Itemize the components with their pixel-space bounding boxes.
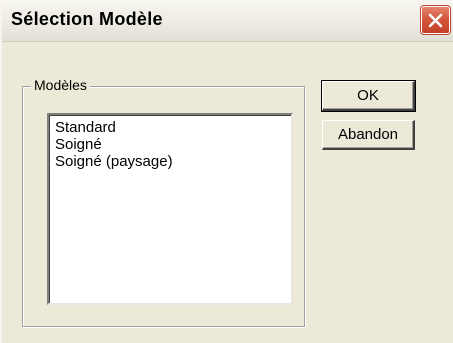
title-bar[interactable]: Sélection Modèle (2, 0, 453, 42)
models-listbox[interactable]: Standard Soigné Soigné (paysage) (47, 113, 293, 305)
dialog-window: Sélection Modèle Modèles Standard Soigné… (0, 0, 453, 343)
ok-button[interactable]: OK (321, 80, 416, 112)
cancel-button[interactable]: Abandon (322, 120, 415, 150)
close-button[interactable] (420, 5, 451, 35)
close-icon (428, 13, 443, 27)
list-item-soigne-paysage[interactable]: Soigné (paysage) (54, 153, 291, 170)
list-item-standard[interactable]: Standard (54, 119, 291, 136)
dialog-title: Sélection Modèle (11, 9, 163, 29)
models-group-label: Modèles (31, 77, 90, 93)
list-item-soigne[interactable]: Soigné (54, 136, 291, 153)
